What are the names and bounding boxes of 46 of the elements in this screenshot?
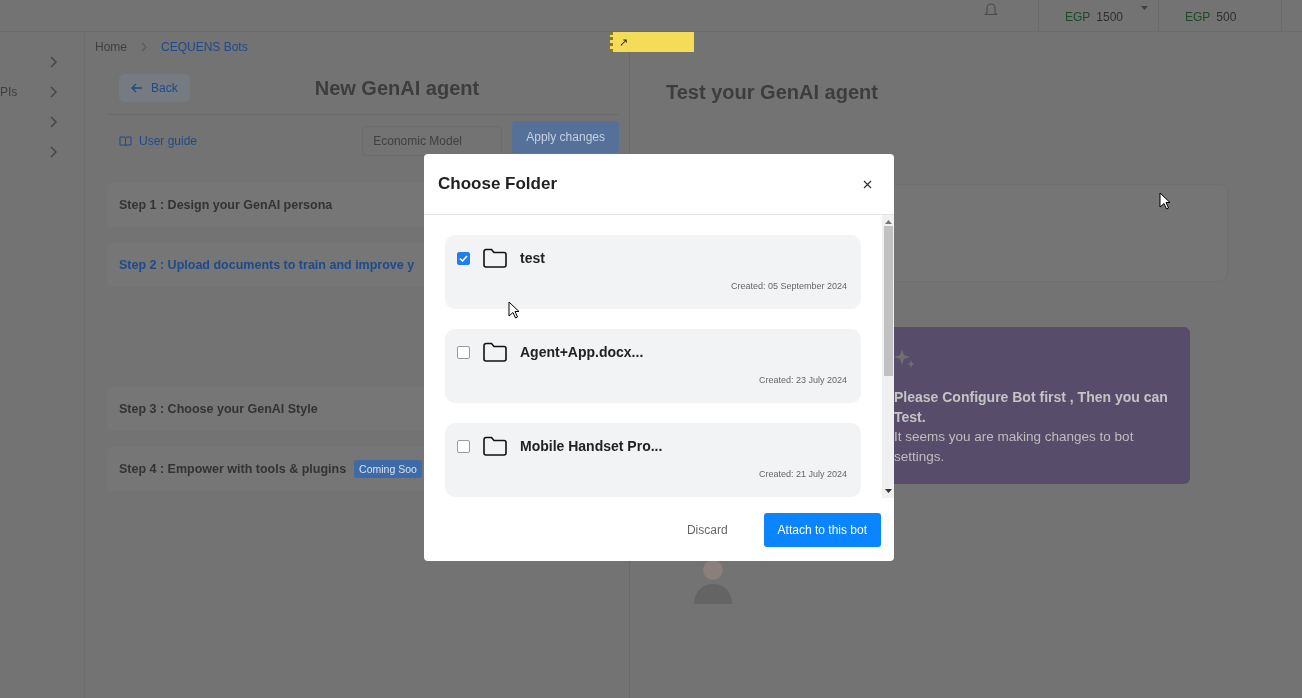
created-date: Created: 21 July 2024 [758,469,847,479]
coming-soon-badge: Coming Soo [354,460,422,478]
folder-icon [482,435,508,457]
folder-card[interactable]: test Created: 05 September 2024 [445,235,861,309]
book-icon [119,135,132,147]
created-date: Created: 23 July 2024 [758,375,847,385]
chevron-right-icon [50,116,58,128]
step-title: Step 2 : Upload documents to train and improve y [119,258,415,272]
user-guide-link[interactable]: User guide [119,134,198,148]
chevron-right-icon [141,42,147,52]
currency-label: EGP [1185,10,1211,24]
back-button[interactable]: Back [119,74,190,102]
scroll-down-icon[interactable] [884,489,892,494]
notice-text: It seems you are making changes to bot settings. [894,428,1135,466]
created-date: Created: 05 September 2024 [730,281,847,291]
cursor-icon [508,301,520,319]
currency-label: EGP [1065,10,1091,24]
chevron-right-icon [50,86,58,98]
checkbox[interactable] [457,251,470,265]
checkbox[interactable] [457,345,470,359]
balance-amount: 500 [1216,10,1237,24]
step-title: Step 4 : Empower with tools & plugins [119,462,347,476]
folder-card[interactable]: Agent+App.docx... Created: 23 July 2024 [445,329,861,403]
folder-icon [482,247,508,269]
balance-amount: 1500 [1096,10,1124,24]
sticky-note[interactable]: ↗ [610,32,694,52]
chevron-right-icon [50,56,58,68]
cursor-icon [1159,192,1171,210]
sparkle-icon [894,347,916,369]
folder-icon [482,341,508,363]
breadcrumb-link[interactable]: CEQUENS Bots [161,40,248,54]
scrollbar[interactable] [882,215,894,498]
step-title: Step 1 : Design your GenAI persona [119,198,333,212]
bell-icon[interactable] [984,0,998,17]
arrow-left-icon [131,83,143,93]
folder-card[interactable]: Mobile Handset Pro... Created: 21 July 2024 [445,423,861,497]
apply-changes-button[interactable]: Apply changes [512,121,619,153]
folder-name: test [520,250,545,266]
notice-heading: Please Configure Bot first , Then you can Test. [894,388,1169,427]
folder-name: Agent+App.docx... [520,344,644,360]
scroll-up-icon[interactable] [884,219,892,224]
attach-button[interactable]: Attach to this bot [763,512,881,547]
caret-icon[interactable] [1141,6,1148,11]
chevron-right-icon [50,146,58,158]
checkbox[interactable] [457,439,470,453]
step-title: Step 3 : Choose your GenAI Style [119,402,318,416]
